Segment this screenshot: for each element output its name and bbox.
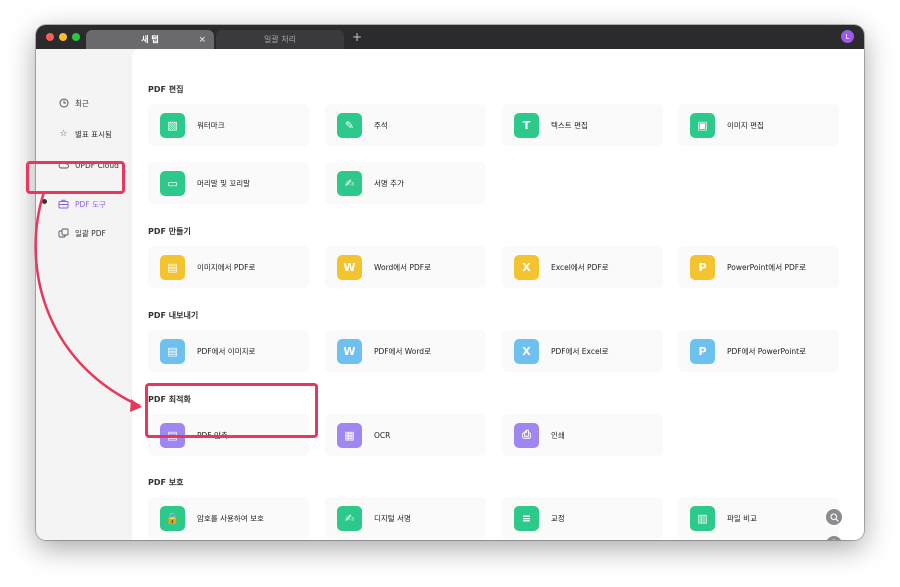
tool-label: OCR <box>374 430 391 440</box>
tool-icon: ▭ <box>160 170 185 196</box>
tool-card[interactable]: T 텍스트 편집 <box>502 104 663 146</box>
tool-icon: ✎ <box>337 112 362 138</box>
tool-card[interactable]: P PowerPoint에서 PDF로 <box>678 246 839 288</box>
tool-label: PowerPoint에서 PDF로 <box>727 262 806 272</box>
sidebar-item-batch-pdf[interactable]: 일괄 PDF <box>58 226 106 240</box>
star-icon: ☆ <box>59 129 68 139</box>
close-window-button[interactable] <box>46 33 54 41</box>
zoom-window-button[interactable] <box>72 33 80 41</box>
tool-icon: X <box>514 254 539 280</box>
tool-card[interactable]: ▣ 이미지 편집 <box>678 104 839 146</box>
tool-card[interactable]: ⎙ 인쇄 <box>502 414 663 456</box>
help-button[interactable]: ? <box>826 536 842 540</box>
tool-card[interactable]: ✍ 디지털 서명 <box>325 497 486 539</box>
tool-icon: ▣ <box>690 112 715 138</box>
tool-card[interactable]: X PDF에서 Excel로 <box>502 330 663 372</box>
tool-icon: ⎙ <box>514 422 539 448</box>
tool-icon: ▤ <box>160 338 185 364</box>
section-title: PDF 보호 <box>148 478 184 487</box>
tool-label: Word에서 PDF로 <box>374 262 431 272</box>
tools-panel: PDF 편집 ▧ 워터마크 ✎ 주석 T 텍스트 편집 ▣ 이미지 편집 ▭ 머리말 및 꼬리말 ✍ 서… <box>132 49 864 540</box>
tool-icon: ≡ <box>514 505 539 531</box>
tool-icon: P <box>690 254 715 280</box>
clock-icon <box>58 98 69 109</box>
tool-label: 서명 추가 <box>374 178 404 188</box>
tool-icon: ▤ <box>160 254 185 280</box>
sidebar-item-label: PDF 도구 <box>75 199 106 209</box>
tool-label: 주석 <box>374 120 388 130</box>
tool-card[interactable]: ▦ OCR <box>325 414 486 456</box>
tool-card[interactable]: ▧ 워터마크 <box>148 104 309 146</box>
tool-card[interactable]: P PDF에서 PowerPoint로 <box>678 330 839 372</box>
app-window: 새 탭 × 일괄 처리 + L 최근 ☆ 별표 표시됨 UPDF Cloud P… <box>36 25 864 540</box>
sidebar-item-starred[interactable]: ☆ 별표 표시됨 <box>58 127 112 141</box>
tool-card[interactable]: ≡ 교정 <box>502 497 663 539</box>
tool-label: 암호를 사용하여 보호 <box>197 513 264 523</box>
add-tab-button[interactable]: + <box>352 30 362 44</box>
tool-label: PDF에서 Word로 <box>374 346 431 356</box>
tool-icon: ▧ <box>160 112 185 138</box>
tool-card[interactable]: X Excel에서 PDF로 <box>502 246 663 288</box>
batch-icon <box>58 228 69 239</box>
tool-label: PDF에서 Excel로 <box>551 346 609 356</box>
tab-batch[interactable]: 일괄 처리 <box>216 30 344 49</box>
tool-label: 파일 비교 <box>727 513 757 523</box>
tool-label: 이미지 편집 <box>727 120 764 130</box>
close-tab-icon[interactable]: × <box>198 35 206 45</box>
tab-new[interactable]: 새 탭 × <box>86 30 214 49</box>
tool-label: 머리말 및 꼬리말 <box>197 178 251 188</box>
sidebar: 최근 ☆ 별표 표시됨 UPDF Cloud PDF 도구 일괄 PDF <box>36 49 132 540</box>
tool-icon: P <box>690 338 715 364</box>
sidebar-item-label: 일괄 PDF <box>75 228 106 238</box>
tool-icon: ▥ <box>690 505 715 531</box>
tool-label: 인쇄 <box>551 430 565 440</box>
sidebar-item-label: 최근 <box>75 98 89 108</box>
avatar[interactable]: L <box>841 30 854 43</box>
tool-card[interactable]: W Word에서 PDF로 <box>325 246 486 288</box>
toolbox-icon <box>58 199 69 210</box>
tool-icon: ✍ <box>337 505 362 531</box>
section-title: PDF 내보내기 <box>148 311 199 320</box>
tab-label: 새 탭 <box>141 35 159 44</box>
tool-icon: X <box>514 338 539 364</box>
title-bar: 새 탭 × 일괄 처리 + L <box>36 25 864 49</box>
search-button[interactable] <box>826 509 842 525</box>
tool-label: 텍스트 편집 <box>551 120 588 130</box>
tool-icon: ▦ <box>337 422 362 448</box>
tool-label: PDF에서 PowerPoint로 <box>727 346 806 356</box>
section-title: PDF 만들기 <box>148 227 191 236</box>
tool-label: 워터마크 <box>197 120 225 130</box>
sidebar-item-label: 별표 표시됨 <box>75 129 112 139</box>
tab-label: 일괄 처리 <box>264 35 296 44</box>
tool-card[interactable]: ▤ PDF에서 이미지로 <box>148 330 309 372</box>
tool-icon: ✍ <box>337 170 362 196</box>
tool-card[interactable]: ▭ 머리말 및 꼬리말 <box>148 162 309 204</box>
tool-card[interactable]: 🔒 암호를 사용하여 보호 <box>148 497 309 539</box>
tool-card[interactable]: ✎ 주석 <box>325 104 486 146</box>
sidebar-item-pdf-tools[interactable]: PDF 도구 <box>58 197 106 211</box>
active-indicator <box>42 199 47 204</box>
tool-label: Excel에서 PDF로 <box>551 262 609 272</box>
tool-label: 디지털 서명 <box>374 513 411 523</box>
tool-icon: T <box>514 112 539 138</box>
tool-card[interactable]: ▤ 이미지에서 PDF로 <box>148 246 309 288</box>
highlight-pdf-tools <box>26 161 125 194</box>
tool-icon: 🔒 <box>160 505 185 531</box>
section-title: PDF 편집 <box>148 85 184 94</box>
minimize-window-button[interactable] <box>59 33 67 41</box>
tool-card[interactable]: W PDF에서 Word로 <box>325 330 486 372</box>
highlight-pdf-compress <box>145 383 318 438</box>
tool-label: PDF에서 이미지로 <box>197 346 256 356</box>
tool-label: 이미지에서 PDF로 <box>197 262 256 272</box>
tool-icon: W <box>337 338 362 364</box>
tool-card[interactable]: ✍ 서명 추가 <box>325 162 486 204</box>
tool-icon: W <box>337 254 362 280</box>
search-icon <box>829 512 839 522</box>
tool-card[interactable]: ▥ 파일 비교 <box>678 497 839 539</box>
tool-label: 교정 <box>551 513 565 523</box>
sidebar-item-recent[interactable]: 최근 <box>58 96 89 110</box>
